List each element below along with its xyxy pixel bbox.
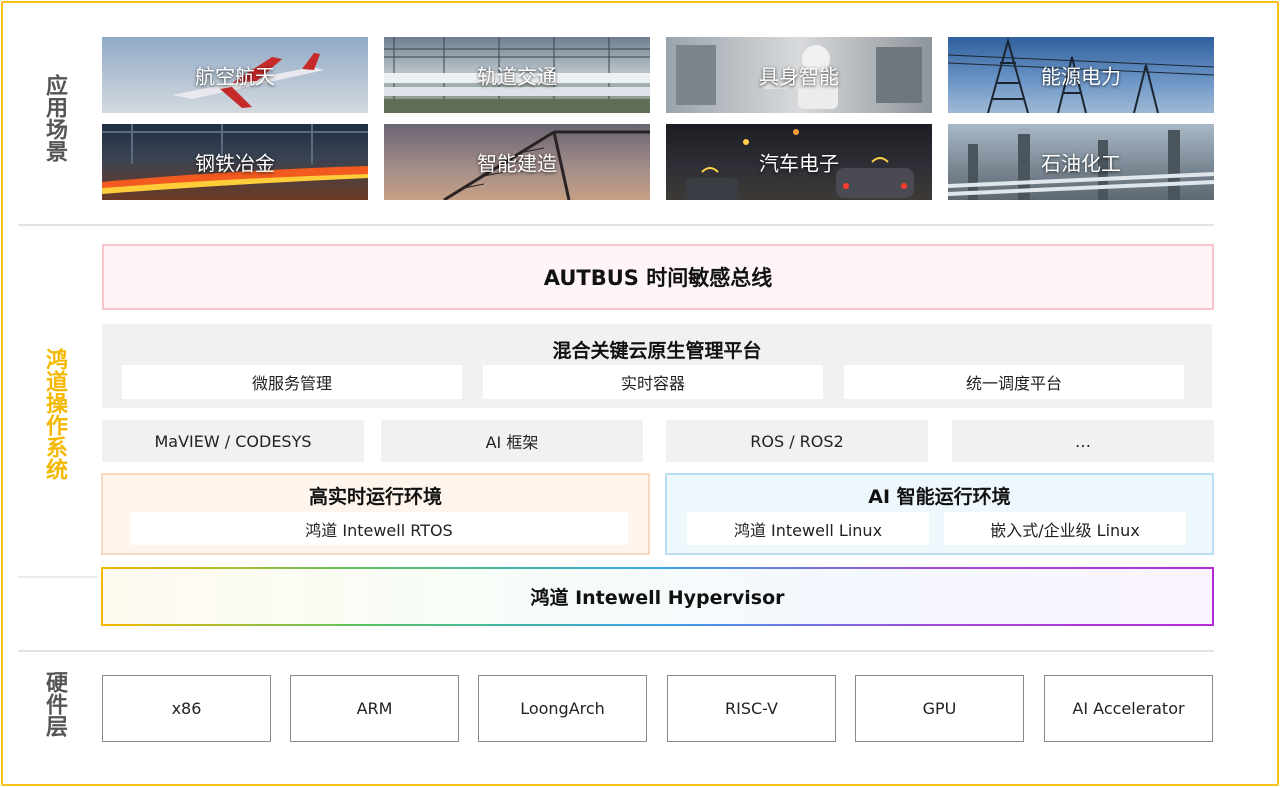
scenario-label: 钢铁冶金 <box>195 151 275 176</box>
scenario-label: 汽车电子 <box>759 151 839 176</box>
scenario-label: 具身智能 <box>759 64 839 89</box>
framework-maview-codesys: MaVIEW / CODESYS <box>102 420 364 462</box>
hardware-x86: x86 <box>102 675 271 742</box>
embedded-linux-item: 嵌入式/企业级 Linux <box>944 512 1186 545</box>
hardware-loongarch: LoongArch <box>478 675 647 742</box>
scenario-label: 石油化工 <box>1041 151 1121 176</box>
realtime-runtime-env: 高实时运行环境 鸿道 Intewell RTOS <box>101 473 650 555</box>
platform-item-scheduler: 统一调度平台 <box>844 365 1184 399</box>
scenario-tile-construction: 智能建造 <box>384 124 650 200</box>
scenario-label: 能源电力 <box>1041 64 1121 89</box>
scenarios-section-label: 应用场景 <box>42 74 67 162</box>
cloud-native-platform: 混合关键云原生管理平台 微服务管理 实时容器 统一调度平台 <box>102 324 1212 408</box>
intewell-linux-item: 鸿道 Intewell Linux <box>687 512 929 545</box>
hardware-ai-accelerator: AI Accelerator <box>1044 675 1213 742</box>
scenario-tile-rail: 轨道交通 <box>384 37 650 113</box>
platform-item-container: 实时容器 <box>483 365 823 399</box>
section-divider <box>18 224 1214 226</box>
os-section-label: 鸿道操作系统 <box>42 348 67 480</box>
scenario-label: 航空航天 <box>195 64 275 89</box>
scenario-tile-petrochemical: 石油化工 <box>948 124 1214 200</box>
scenario-label: 轨道交通 <box>477 64 557 89</box>
framework-ai: AI 框架 <box>381 420 643 462</box>
ai-runtime-env: AI 智能运行环境 鸿道 Intewell Linux 嵌入式/企业级 Linu… <box>665 473 1214 555</box>
framework-more: … <box>952 420 1214 462</box>
platform-title: 混合关键云原生管理平台 <box>552 340 762 362</box>
hardware-section-label: 硬件层 <box>42 671 67 737</box>
hypervisor-layer: 鸿道 Intewell Hypervisor <box>101 567 1214 626</box>
realtime-env-title: 高实时运行环境 <box>308 486 442 508</box>
section-divider <box>18 576 98 578</box>
scenario-tile-energy: 能源电力 <box>948 37 1214 113</box>
scenario-tile-embodied-ai: 具身智能 <box>666 37 932 113</box>
scenario-tile-automotive: 汽车电子 <box>666 124 932 200</box>
section-divider <box>18 650 1214 652</box>
ai-env-title: AI 智能运行环境 <box>868 486 1011 508</box>
autbus-bus: AUTBUS 时间敏感总线 <box>102 244 1214 310</box>
platform-item-microservice: 微服务管理 <box>122 365 462 399</box>
hardware-riscv: RISC-V <box>667 675 836 742</box>
scenario-label: 智能建造 <box>477 151 557 176</box>
framework-ros: ROS / ROS2 <box>666 420 928 462</box>
hardware-gpu: GPU <box>855 675 1024 742</box>
scenario-tile-aerospace: 航空航天 <box>102 37 368 113</box>
scenario-tile-steel: 钢铁冶金 <box>102 124 368 200</box>
hardware-arm: ARM <box>290 675 459 742</box>
rtos-item: 鸿道 Intewell RTOS <box>130 512 628 545</box>
